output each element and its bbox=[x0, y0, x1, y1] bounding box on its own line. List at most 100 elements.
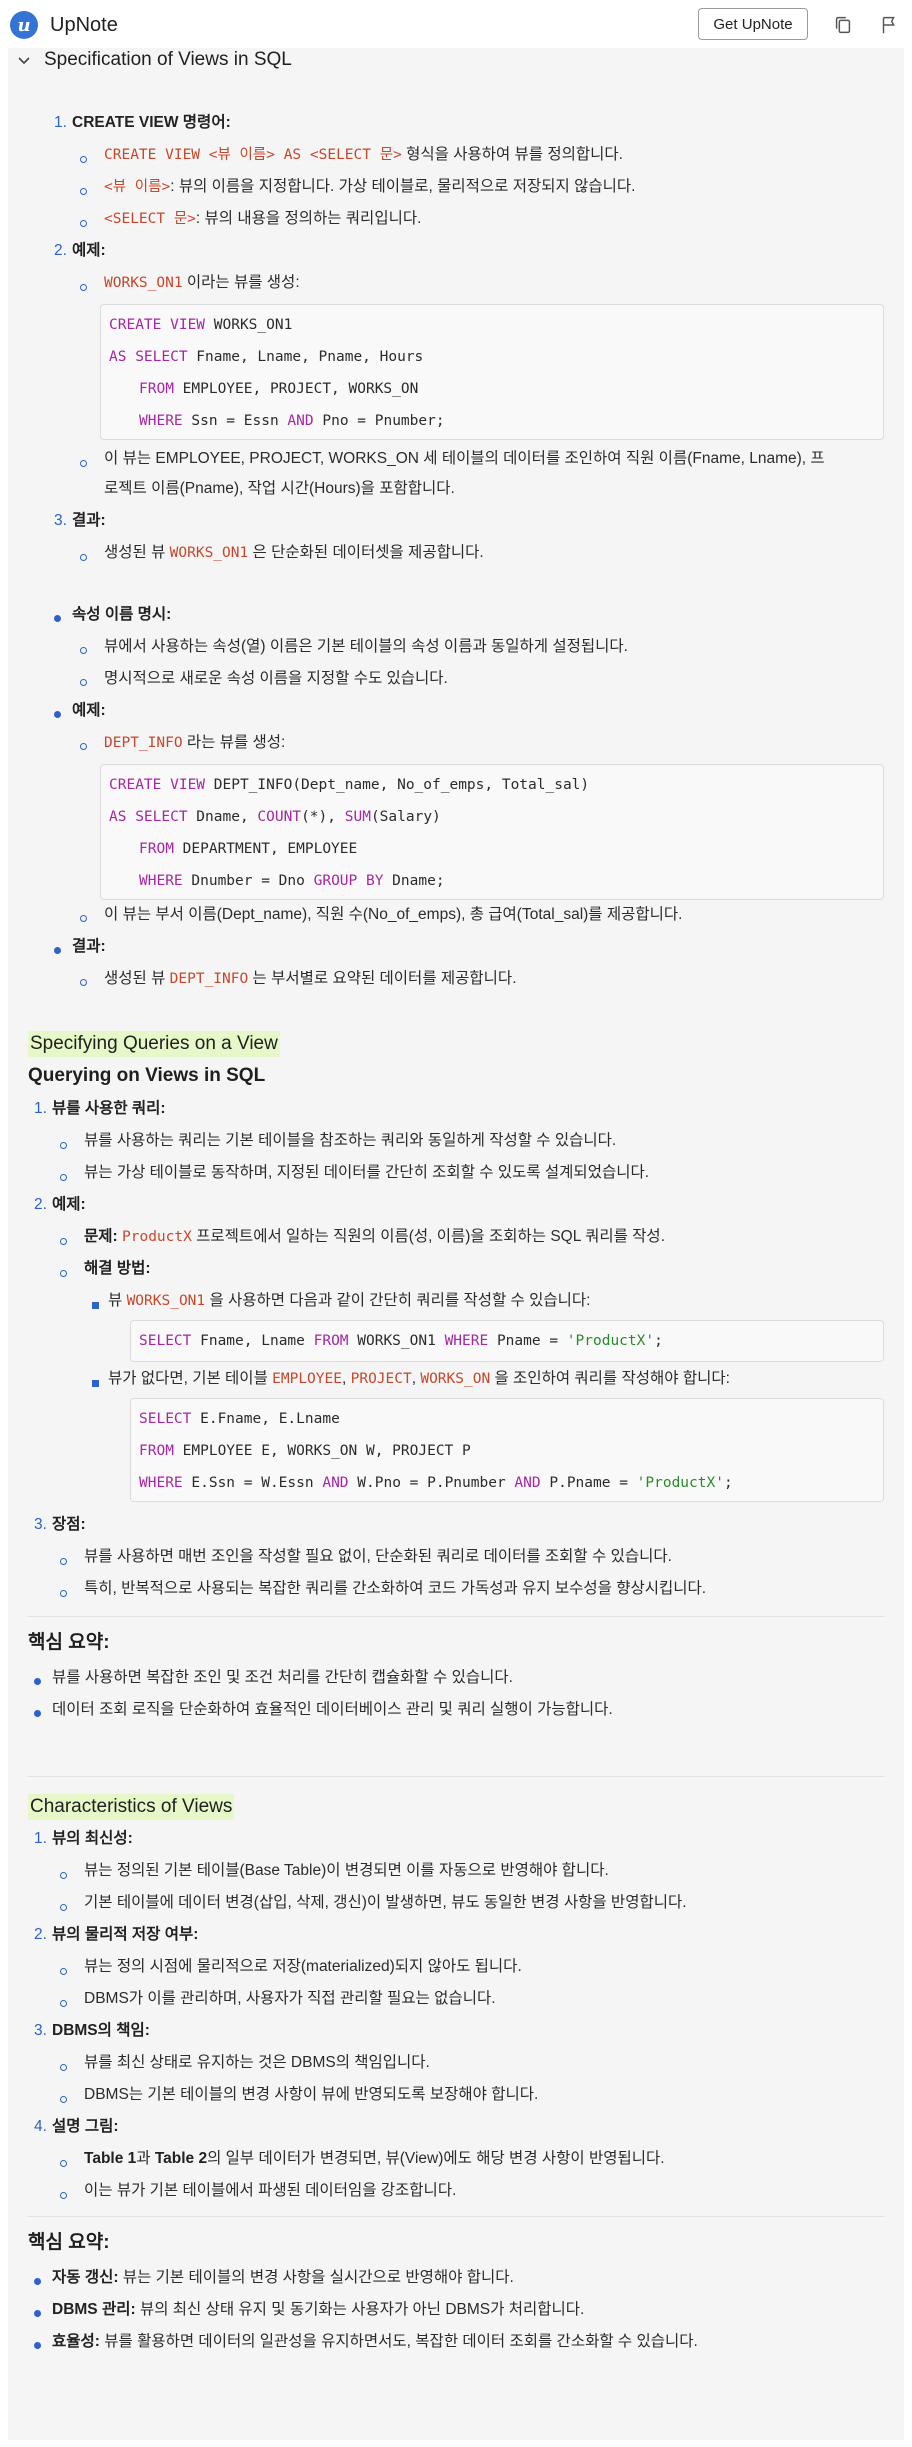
list-item-label: CREATE VIEW 명령어: bbox=[72, 114, 231, 131]
summary-heading: 핵심 요약: bbox=[28, 1632, 110, 1653]
bullet-icon bbox=[34, 1710, 41, 1717]
list-item-label: 속성 이름 명시: bbox=[72, 606, 172, 623]
bullet-icon bbox=[34, 2278, 41, 2285]
code-line: SELECT Fname, Lname FROM WORKS_ON1 WHERE… bbox=[139, 1333, 663, 1349]
divider bbox=[28, 1616, 884, 1617]
divider bbox=[28, 2216, 884, 2217]
list-item-label: 결과: bbox=[72, 938, 106, 955]
list-item: 데이터 조회 로직을 단순화하여 효율적인 데이터베이스 관리 및 쿼리 실행이… bbox=[52, 1701, 613, 1718]
list-item-label: 예제: bbox=[72, 702, 106, 719]
list-item: DBMS가 이를 관리하며, 사용자가 직접 관리할 필요는 없습니다. bbox=[84, 1990, 496, 2007]
code-line: SELECT E.Fname, E.Lname bbox=[139, 1411, 340, 1427]
list-item: 명시적으로 새로운 속성 이름을 지정할 수도 있습니다. bbox=[104, 670, 448, 687]
bullet-icon bbox=[80, 460, 87, 467]
copy-icon[interactable] bbox=[832, 14, 854, 36]
list-item-label: 해결 방법: bbox=[84, 1260, 151, 1277]
list-item: <SELECT 문>: 뷰의 내용을 정의하는 쿼리입니다. bbox=[104, 210, 422, 227]
app-title: UpNote bbox=[50, 13, 118, 36]
list-item-label: 뷰의 최신성: bbox=[52, 1830, 133, 1847]
code-block: SELECT E.Fname, E.Lname FROM EMPLOYEE E,… bbox=[130, 1398, 884, 1502]
bullet-icon bbox=[60, 1558, 67, 1565]
list-number: 2. bbox=[54, 242, 67, 259]
list-item: WORKS_ON1 이라는 뷰를 생성: bbox=[104, 274, 300, 291]
bullet-icon bbox=[60, 1238, 67, 1245]
list-item: 이 뷰는 EMPLOYEE, PROJECT, WORKS_ON 세 테이블의 … bbox=[104, 450, 825, 467]
list-item: 뷰를 사용하는 쿼리는 기본 테이블을 참조하는 쿼리와 동일하게 작성할 수 … bbox=[84, 1132, 617, 1149]
list-item: 뷰는 가상 테이블로 동작하며, 지정된 데이터를 간단히 조회할 수 있도록 … bbox=[84, 1164, 650, 1181]
code-line: AS SELECT Dname, COUNT(*), SUM(Salary) bbox=[109, 809, 441, 825]
bullet-icon bbox=[80, 679, 87, 686]
bullet-icon bbox=[80, 554, 87, 561]
bullet-icon bbox=[80, 284, 87, 291]
app-header: u UpNote Get UpNote bbox=[0, 0, 912, 50]
get-upnote-button[interactable]: Get UpNote bbox=[698, 8, 808, 40]
list-item-label: DBMS의 책임: bbox=[52, 2022, 150, 2039]
code-line: AS SELECT Fname, Lname, Pname, Hours bbox=[109, 349, 424, 365]
code-line: CREATE VIEW WORKS_ON1 bbox=[109, 317, 293, 333]
chevron-down-icon[interactable] bbox=[16, 52, 32, 68]
list-number: 4. bbox=[34, 2118, 47, 2135]
list-item-label: 뷰를 사용한 쿼리: bbox=[52, 1100, 166, 1117]
bullet-icon bbox=[60, 1174, 67, 1181]
summary-heading: 핵심 요약: bbox=[28, 2232, 110, 2253]
flag-icon[interactable] bbox=[878, 14, 900, 36]
bullet-icon bbox=[60, 2192, 67, 2199]
divider bbox=[28, 1776, 884, 1777]
list-item: 자동 갱신: 뷰는 기본 테이블의 변경 사항을 실시간으로 반영해야 합니다. bbox=[52, 2269, 514, 2286]
bullet-icon bbox=[54, 615, 61, 622]
bullet-icon bbox=[80, 915, 87, 922]
list-number: 3. bbox=[34, 2022, 47, 2039]
list-item: 특히, 반복적으로 사용되는 복잡한 쿼리를 간소화하여 코드 가독성과 유지 … bbox=[84, 1580, 707, 1597]
list-number: 2. bbox=[34, 1926, 47, 1943]
code-line: CREATE VIEW DEPT_INFO(Dept_name, No_of_e… bbox=[109, 777, 590, 793]
bullet-icon bbox=[92, 1380, 99, 1387]
list-item: <뷰 이름>: 뷰의 이름을 지정합니다. 가상 테이블로, 물리적으로 저장되… bbox=[104, 178, 636, 195]
upnote-logo-icon: u bbox=[10, 11, 38, 39]
bullet-icon bbox=[60, 2160, 67, 2167]
list-item: 뷰는 정의된 기본 테이블(Base Table)이 변경되면 이를 자동으로 … bbox=[84, 1862, 609, 1879]
list-item: DBMS는 기본 테이블의 변경 사항이 뷰에 반영되도록 보장해야 합니다. bbox=[84, 2086, 539, 2103]
bullet-icon bbox=[80, 743, 87, 750]
bullet-icon bbox=[80, 156, 87, 163]
list-item: 생성된 뷰 DEPT_INFO 는 부서별로 요약된 데이터를 제공합니다. bbox=[104, 970, 517, 987]
bullet-icon bbox=[54, 711, 61, 718]
section-title: Specification of Views in SQL bbox=[44, 49, 292, 70]
heading-specifying-queries: Specifying Queries on a View bbox=[28, 1031, 280, 1057]
list-item-label: 설명 그림: bbox=[52, 2118, 119, 2135]
code-block: SELECT Fname, Lname FROM WORKS_ON1 WHERE… bbox=[130, 1320, 884, 1362]
bullet-icon bbox=[60, 1968, 67, 1975]
bullet-icon bbox=[60, 1872, 67, 1879]
list-item: 이는 뷰가 기본 테이블에서 파생된 데이터임을 강조합니다. bbox=[84, 2182, 457, 2199]
list-item: 뷰는 정의 시점에 물리적으로 저장(materialized)되지 않아도 됩… bbox=[84, 1958, 522, 1975]
section-header[interactable]: Specification of Views in SQL bbox=[8, 48, 904, 72]
bullet-icon bbox=[60, 2064, 67, 2071]
bullet-icon bbox=[34, 2342, 41, 2349]
list-number: 3. bbox=[34, 1516, 47, 1533]
code-line: WHERE Dnumber = Dno GROUP BY Dname; bbox=[139, 873, 445, 889]
list-item: 효율성: 뷰를 활용하면 데이터의 일관성을 유지하면서도, 복잡한 데이터 조… bbox=[52, 2333, 698, 2350]
list-item: Table 1과 Table 2의 일부 데이터가 변경되면, 뷰(View)에… bbox=[84, 2150, 665, 2167]
note-panel: Specification of Views in SQL 1. CREATE … bbox=[8, 48, 904, 2440]
list-item: 뷰에서 사용하는 속성(열) 이름은 기본 테이블의 속성 이름과 동일하게 설… bbox=[104, 638, 628, 655]
list-item: 생성된 뷰 WORKS_ON1 은 단순화된 데이터셋을 제공합니다. bbox=[104, 544, 484, 561]
list-number: 1. bbox=[34, 1830, 47, 1847]
bullet-icon bbox=[60, 1270, 67, 1277]
bullet-icon bbox=[80, 647, 87, 654]
list-number: 1. bbox=[54, 114, 67, 131]
bullet-icon bbox=[34, 2310, 41, 2317]
list-item: 뷰 WORKS_ON1 을 사용하면 다음과 같이 간단히 쿼리를 작성할 수 … bbox=[108, 1292, 591, 1309]
list-item: 기본 테이블에 데이터 변경(삽입, 삭제, 갱신)이 발생하면, 뷰도 동일한… bbox=[84, 1894, 687, 1911]
code-line: FROM EMPLOYEE, PROJECT, WORKS_ON bbox=[139, 381, 419, 397]
heading-characteristics: Characteristics of Views bbox=[28, 1794, 235, 1820]
list-item: DEPT_INFO 라는 뷰를 생성: bbox=[104, 734, 286, 751]
code-line: FROM EMPLOYEE E, WORKS_ON W, PROJECT P bbox=[139, 1443, 471, 1459]
list-item-label: 예제: bbox=[72, 242, 106, 259]
list-item: 이 뷰는 부서 이름(Dept_name), 직원 수(No_of_emps),… bbox=[104, 906, 683, 923]
list-item-label: 예제: bbox=[52, 1196, 86, 1213]
bullet-icon bbox=[80, 188, 87, 195]
list-item: 뷰를 사용하면 복잡한 조인 및 조건 처리를 간단히 캡슐화할 수 있습니다. bbox=[52, 1669, 513, 1686]
list-item: 뷰를 최신 상태로 유지하는 것은 DBMS의 책임입니다. bbox=[84, 2054, 430, 2071]
bullet-icon bbox=[60, 1904, 67, 1911]
list-item: DBMS 관리: 뷰의 최신 상태 유지 및 동기화는 사용자가 아닌 DBMS… bbox=[52, 2301, 585, 2318]
list-item-cont: 로젝트 이름(Pname), 작업 시간(Hours)을 포함합니다. bbox=[104, 480, 455, 497]
